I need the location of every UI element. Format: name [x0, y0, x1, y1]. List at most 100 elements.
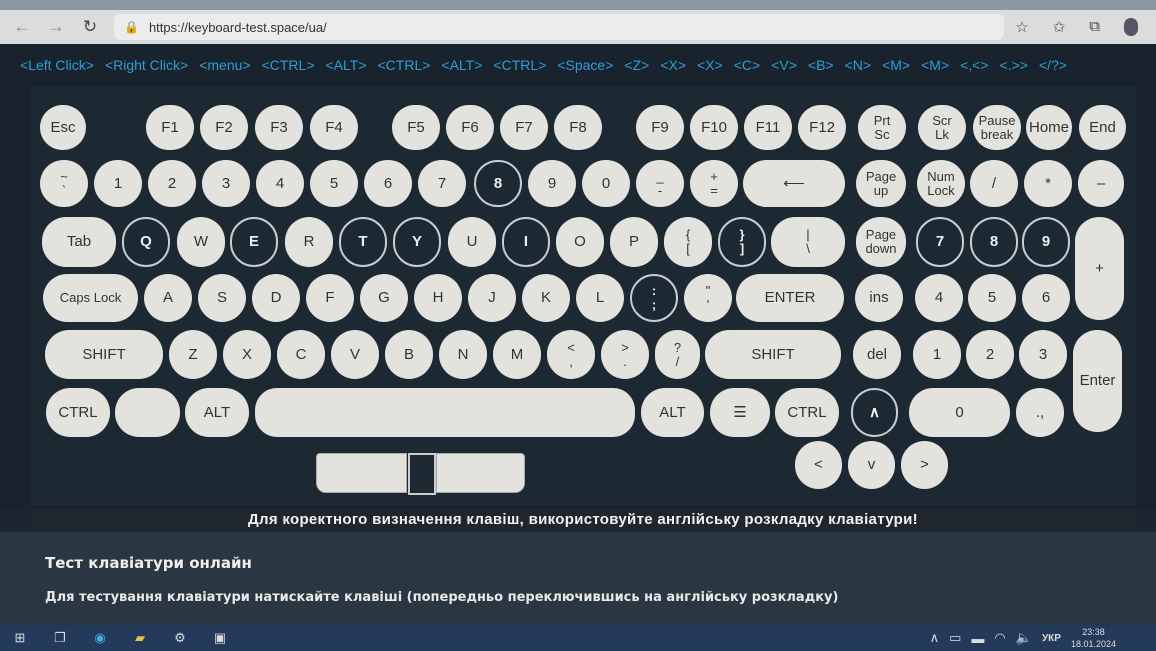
key-v[interactable]: v	[848, 441, 895, 489]
key-6[interactable]: 6	[1022, 274, 1070, 322]
key-1[interactable]: 1	[94, 160, 142, 207]
key-y[interactable]: Y	[393, 217, 441, 267]
key-page-up[interactable]: Page up	[856, 160, 906, 207]
key-3[interactable]: 3	[1019, 330, 1067, 379]
key-?-/[interactable]: ? /	[655, 330, 700, 379]
key-blank[interactable]	[115, 388, 180, 437]
volume-icon[interactable]: 🔈	[1016, 630, 1032, 646]
key-"-'[interactable]: " '	[684, 274, 732, 322]
key-c[interactable]: C	[277, 330, 325, 379]
key-alt[interactable]: ALT	[641, 388, 704, 437]
key-enter[interactable]: Enter	[1073, 330, 1122, 432]
key-5[interactable]: 5	[968, 274, 1016, 322]
key-9[interactable]: 9	[1022, 217, 1070, 267]
key-+[interactable]: +	[1075, 217, 1124, 320]
key-~-`[interactable]: ~ `	[40, 160, 88, 207]
start-icon[interactable]: ⊞	[0, 630, 40, 646]
key-.,[interactable]: .,	[1016, 388, 1064, 437]
key-<[interactable]: <	[795, 441, 842, 489]
key-z[interactable]: Z	[169, 330, 217, 379]
key-7[interactable]: 7	[418, 160, 466, 207]
key-<-,[interactable]: < ,	[547, 330, 595, 379]
key-7[interactable]: 7	[916, 217, 964, 267]
key-g[interactable]: G	[360, 274, 408, 322]
file-explorer-icon[interactable]: ▰	[120, 630, 160, 646]
key-5[interactable]: 5	[310, 160, 358, 207]
language-indicator[interactable]: УКР	[1042, 633, 1061, 644]
key-shift[interactable]: SHIFT	[705, 330, 841, 379]
key-2[interactable]: 2	[966, 330, 1014, 379]
key-1[interactable]: 1	[913, 330, 961, 379]
chevron-up-icon[interactable]: ∧	[930, 630, 940, 646]
key-–[interactable]: –	[1078, 160, 1124, 207]
key-f7[interactable]: F7	[500, 105, 548, 150]
key-alt[interactable]: ALT	[185, 388, 249, 437]
mouse-left-button[interactable]	[316, 453, 407, 493]
key-caps-lock[interactable]: Caps Lock	[43, 274, 138, 322]
key-i[interactable]: I	[502, 217, 550, 267]
key-home[interactable]: Home	[1026, 105, 1072, 150]
key-w[interactable]: W	[177, 217, 225, 267]
key-∧[interactable]: ∧	[851, 388, 898, 437]
key-prt-sc[interactable]: Prt Sc	[858, 105, 906, 150]
key-+-=[interactable]: + =	[690, 160, 738, 207]
key-n[interactable]: N	[439, 330, 487, 379]
wifi-icon[interactable]: ◠	[994, 630, 1005, 646]
profile-icon[interactable]	[1124, 18, 1138, 36]
meet-icon[interactable]: ▭	[949, 630, 961, 646]
edge-icon[interactable]: ◉	[80, 630, 120, 646]
key-{-[[interactable]: { [	[664, 217, 712, 267]
key-f6[interactable]: F6	[446, 105, 494, 150]
key-:-;[interactable]: : ;	[630, 274, 678, 322]
key-t[interactable]: T	[339, 217, 387, 267]
key->-.[interactable]: > .	[601, 330, 649, 379]
key-u[interactable]: U	[448, 217, 496, 267]
key-f5[interactable]: F5	[392, 105, 440, 150]
key-scr-lk[interactable]: Scr Lk	[918, 105, 966, 150]
key-ctrl[interactable]: CTRL	[46, 388, 110, 437]
key-f2[interactable]: F2	[200, 105, 248, 150]
key-ctrl[interactable]: CTRL	[775, 388, 839, 437]
key-f10[interactable]: F10	[690, 105, 738, 150]
key-6[interactable]: 6	[364, 160, 412, 207]
key-del[interactable]: del	[853, 330, 901, 379]
key-8[interactable]: 8	[970, 217, 1018, 267]
key-a[interactable]: A	[144, 274, 192, 322]
key-v[interactable]: V	[331, 330, 379, 379]
key-end[interactable]: End	[1079, 105, 1126, 150]
back-icon[interactable]: ←	[10, 17, 34, 37]
key-f11[interactable]: F11	[744, 105, 792, 150]
key-x[interactable]: X	[223, 330, 271, 379]
key-enter[interactable]: ENTER	[736, 274, 844, 322]
key-0[interactable]: 0	[582, 160, 630, 207]
key-f1[interactable]: F1	[146, 105, 194, 150]
key-d[interactable]: D	[252, 274, 300, 322]
key-q[interactable]: Q	[122, 217, 170, 267]
mouse-wheel[interactable]	[408, 453, 436, 495]
key-p[interactable]: P	[610, 217, 658, 267]
key-f9[interactable]: F9	[636, 105, 684, 150]
key-}-][interactable]: } ]	[718, 217, 766, 267]
favorite-add-icon[interactable]: ☆	[1015, 18, 1028, 36]
key-b[interactable]: B	[385, 330, 433, 379]
key-/[interactable]: /	[970, 160, 1018, 207]
favorites-icon[interactable]: ✩	[1053, 18, 1066, 36]
key-4[interactable]: 4	[256, 160, 304, 207]
key-8[interactable]: 8	[474, 160, 522, 207]
key-e[interactable]: E	[230, 217, 278, 267]
refresh-icon[interactable]: ↻	[78, 17, 102, 37]
key-0[interactable]: 0	[909, 388, 1010, 437]
key-f[interactable]: F	[306, 274, 354, 322]
key-9[interactable]: 9	[528, 160, 576, 207]
key-|-\[interactable]: | \	[771, 217, 845, 267]
key-*[interactable]: *	[1024, 160, 1072, 207]
key-ins[interactable]: ins	[855, 274, 903, 322]
forward-icon[interactable]: →	[44, 17, 68, 37]
battery-icon[interactable]: ▬	[971, 631, 984, 646]
settings-icon[interactable]: ⚙	[160, 630, 200, 646]
key-4[interactable]: 4	[915, 274, 963, 322]
collections-icon[interactable]: ⧉	[1089, 18, 1100, 36]
key-pause-break[interactable]: Pause break	[973, 105, 1021, 150]
key->[interactable]: >	[901, 441, 948, 489]
key-j[interactable]: J	[468, 274, 516, 322]
